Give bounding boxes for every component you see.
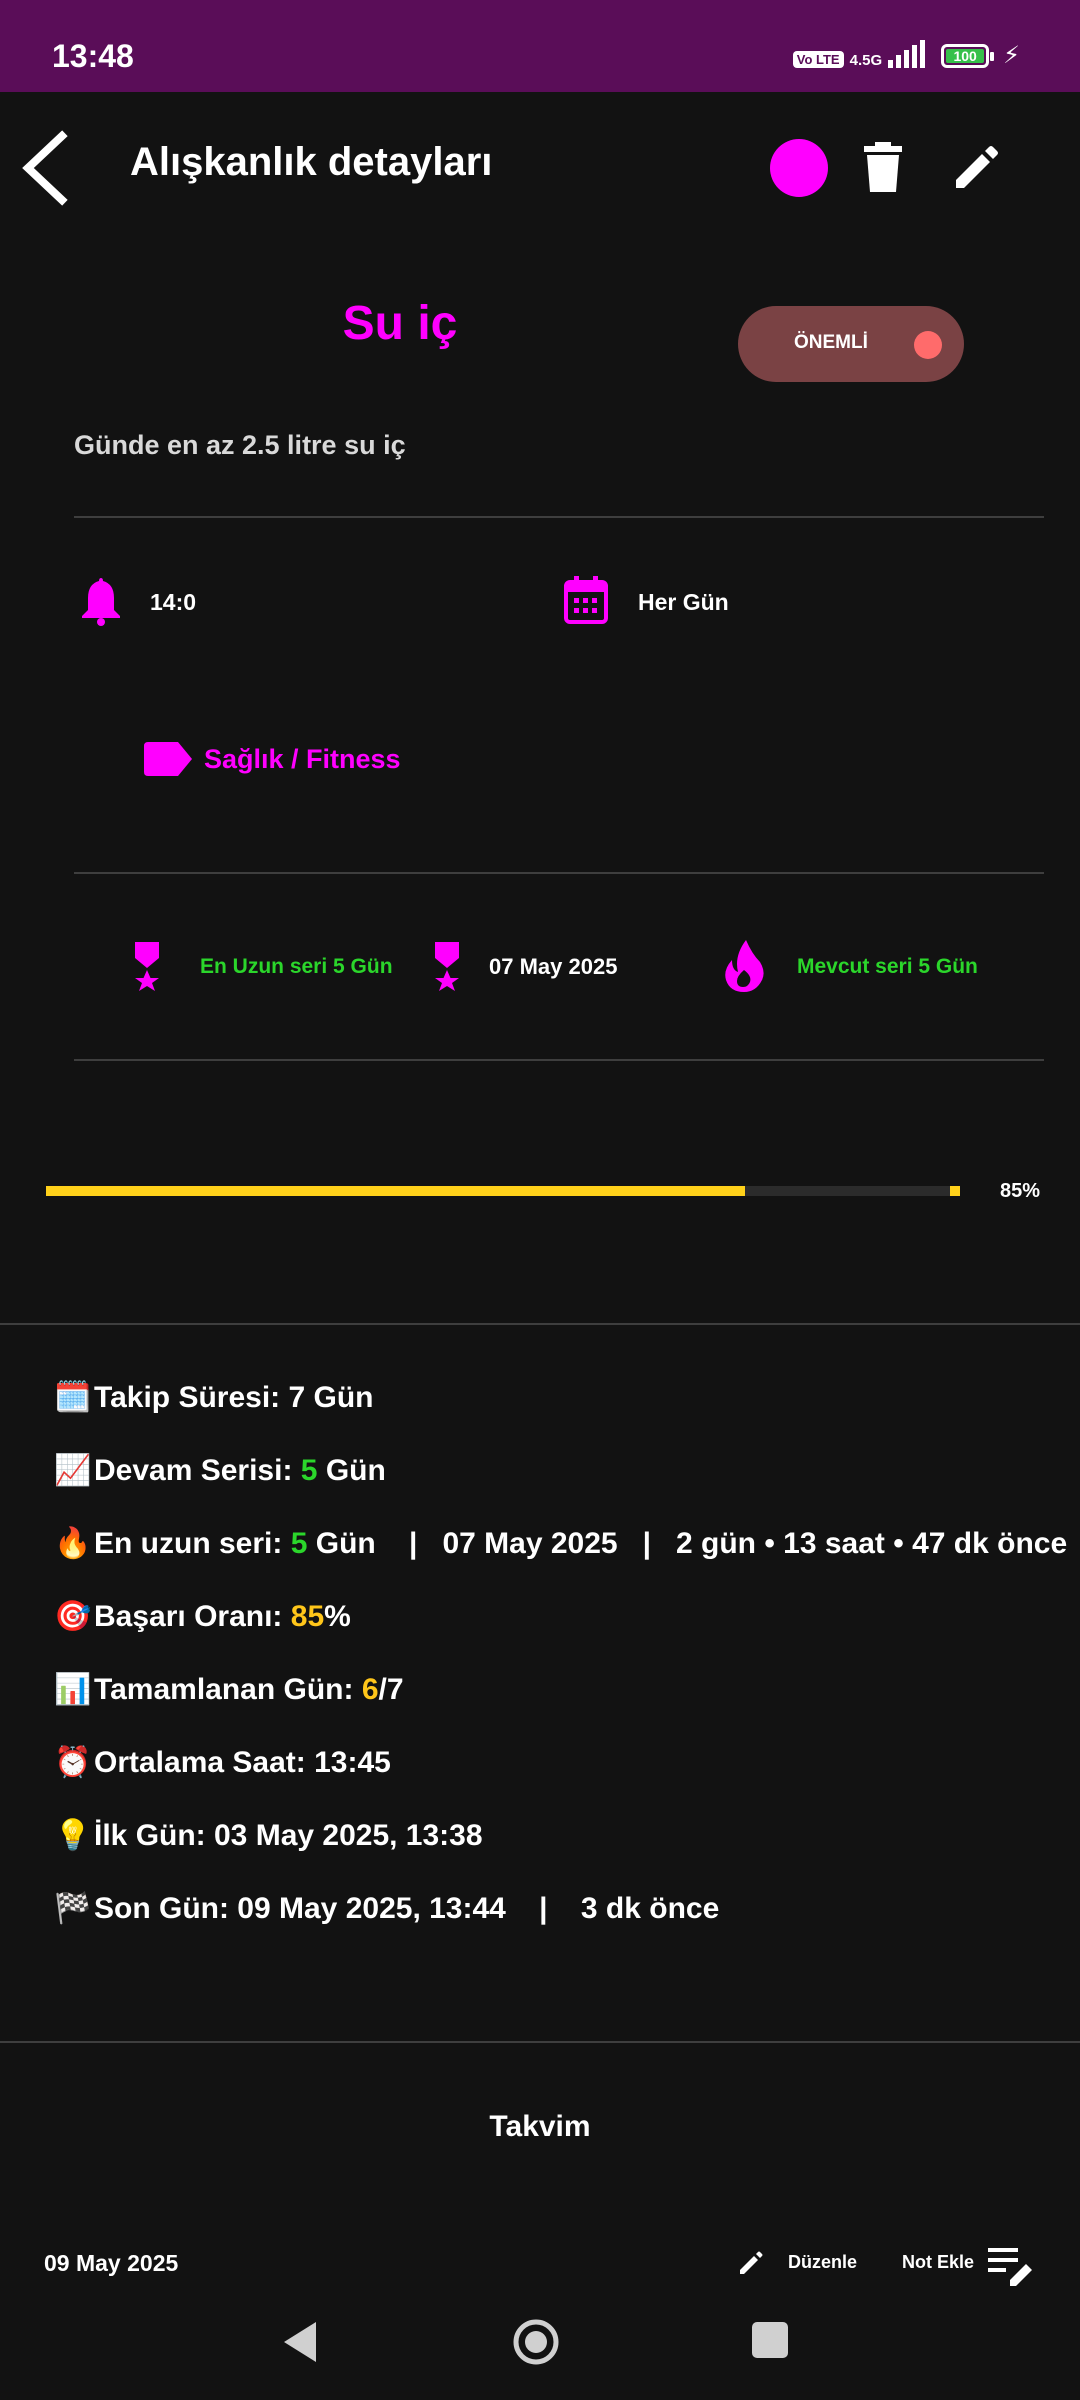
stat-value: 5 [290,1527,308,1560]
battery-icon: 100 [941,44,995,68]
delete-button[interactable] [862,142,904,192]
completed-days: 📊Tamamlanan Gün: 6/7 [54,1672,404,1707]
charging-icon: ⚡ [1003,42,1020,69]
network-type: 4.5G [849,52,883,69]
progress-bar [46,1186,960,1196]
stat-label: En uzun seri: [94,1527,283,1560]
current-streak-label: Mevcut seri 5 Gün [797,955,978,978]
stat-text: Takip Süresi: 7 Gün [94,1381,374,1414]
stat-unit: Gün [325,1454,386,1487]
first-day: 💡İlk Gün: 03 May 2025, 13:38 [54,1818,483,1853]
page-title: Alışkanlık detayları [130,140,493,184]
note-edit-icon [988,2248,1032,2286]
stat-text: Son Gün: 09 May 2025, 13:44 | 3 dk önce [94,1892,720,1925]
category-label: Sağlık / Fitness [204,744,401,774]
frequency-text: Her Gün [638,589,729,615]
stat-text: İlk Gün: 03 May 2025, 13:38 [94,1819,483,1852]
reminder-time: 14:0 [150,589,197,615]
nav-recents-button[interactable] [752,2322,788,2358]
signal-icon [888,40,926,68]
bar-chart-emoji-icon: 📊 [54,1673,92,1706]
important-toggle[interactable]: ÖNEMLİ [738,306,964,382]
nav-back-button[interactable] [282,2320,318,2364]
back-button[interactable] [18,128,78,208]
add-note-button[interactable] [988,2246,1036,2286]
pencil-icon [956,146,998,188]
trash-icon [864,142,902,192]
status-time: 13:48 [52,38,134,74]
calendar-emoji-icon: 🗓️ [54,1381,92,1414]
nav-home-button[interactable] [512,2318,560,2366]
edit-day-label[interactable]: Düzenle [788,2252,857,2273]
add-note-label[interactable]: Not Ekle [902,2252,974,2273]
section-divider [0,1323,1080,1325]
edit-button[interactable] [952,144,1000,192]
longest-streak-date: 07 May 2025 [489,954,618,979]
selected-date: 09 May 2025 [44,2250,179,2276]
average-time: ⏰Ortalama Saat: 13:45 [54,1745,391,1780]
habit-description: Günde en az 2.5 litre su iç [74,430,406,460]
progress-fill [46,1186,745,1196]
target-emoji-icon: 🎯 [54,1600,92,1633]
progress-percent: 85% [1000,1180,1041,1202]
divider [74,516,1044,518]
checkered-flag-emoji-icon: 🏁 [54,1892,92,1925]
fire-emoji-icon: 🔥 [54,1527,92,1560]
section-divider [0,2041,1080,2043]
important-label: ÖNEMLİ [794,332,868,353]
tag-icon [144,742,192,776]
divider [74,1059,1044,1061]
stat-label: Başarı Oranı: [94,1600,283,1633]
stat-value: 85 [290,1600,325,1633]
stat-detail: Gün | 07 May 2025 | 2 gün • 13 saat • 47… [315,1527,1068,1560]
stat-unit: % [324,1600,351,1633]
success-rate: 🎯Başarı Oranı: 85% [54,1599,351,1634]
stat-label: Devam Serisi: [94,1454,293,1487]
stat-label: Tamamlanan Gün: [94,1673,354,1706]
status-icons: Vo LTE 4.5G 100 ⚡ [792,40,1020,69]
back-arrow-icon [22,130,68,206]
calendar-title: Takvim [489,2110,591,2143]
habit-name: Su iç [342,297,458,350]
light-bulb-emoji-icon: 💡 [54,1819,92,1852]
chart-emoji-icon: 📈 [54,1454,92,1487]
alarm-clock-emoji-icon: ⏰ [54,1746,92,1779]
stat-text: Ortalama Saat: 13:45 [94,1746,391,1779]
medal-icon [132,942,162,992]
divider [74,872,1044,874]
medal-icon [432,942,462,992]
volte-icon: Vo LTE [792,51,844,68]
continue-streak: 📈Devam Serisi: 5 Gün [54,1453,386,1488]
last-day: 🏁Son Gün: 09 May 2025, 13:44 | 3 dk önce [54,1891,719,1926]
stat-value: 6 [361,1673,379,1706]
calendar-icon [564,576,608,624]
progress-end-marker [950,1186,960,1196]
nav-home-icon [513,2319,559,2365]
battery-level: 100 [953,48,977,64]
stat-value: 5 [300,1454,318,1487]
longest-streak-label: En Uzun seri 5 Gün [200,955,393,978]
tracking-duration: 🗓️Takip Süresi: 7 Gün [54,1380,374,1415]
nav-back-icon [284,2322,316,2362]
bell-icon [80,576,122,626]
stat-total: /7 [378,1673,404,1706]
longest-streak-detail: 🔥En uzun seri: 5 Gün | 07 May 2025 | 2 g… [54,1526,1067,1561]
fire-icon [724,940,764,992]
habit-color-button[interactable] [770,139,828,197]
status-bar: 13:48 Vo LTE 4.5G 100 ⚡ [0,0,1080,92]
pencil-icon [740,2251,763,2274]
toggle-knob [914,331,942,359]
